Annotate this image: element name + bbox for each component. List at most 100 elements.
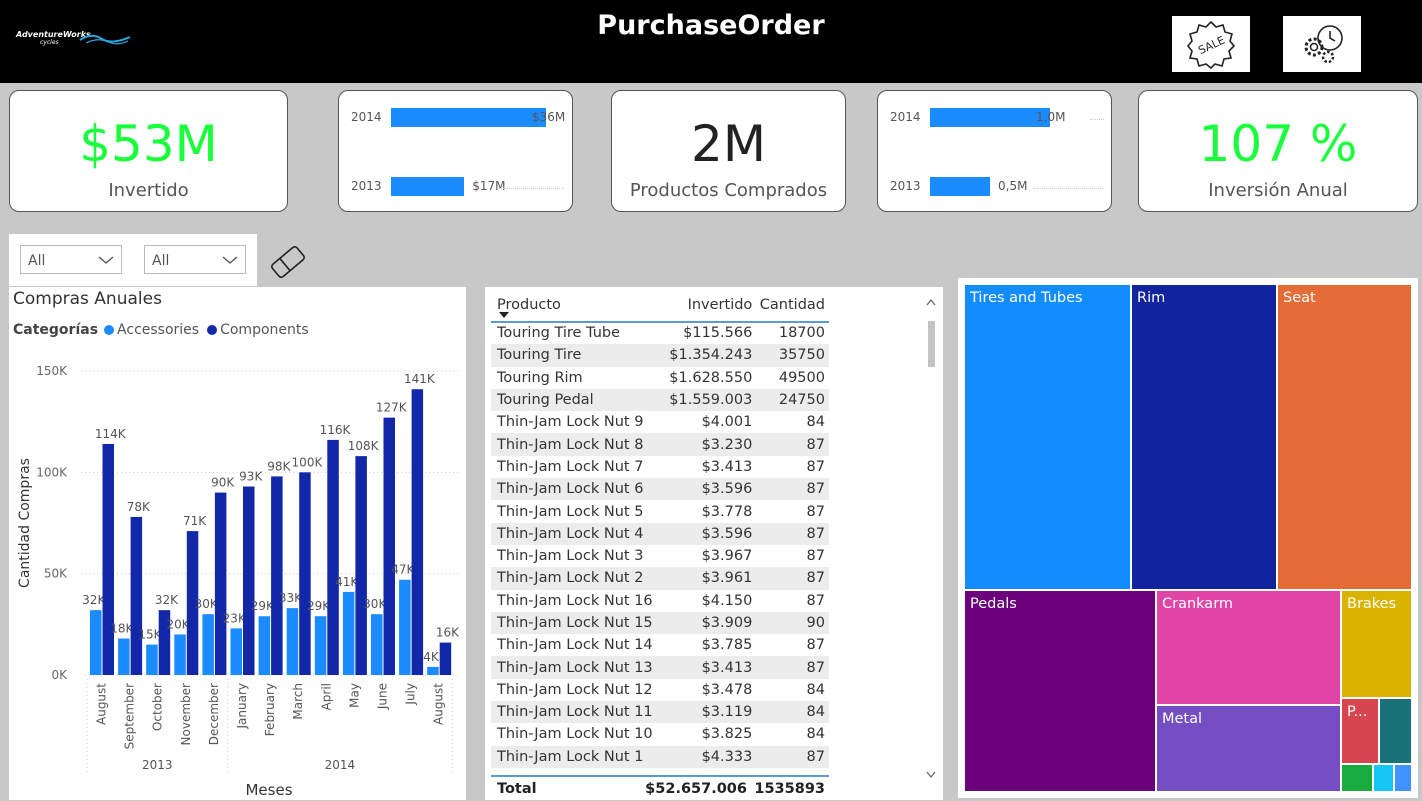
treemap-cell[interactable]	[1379, 698, 1412, 764]
y-axis-title: Cantidad Compras	[17, 458, 33, 588]
treemap-cell[interactable]: Metal	[1156, 705, 1341, 792]
bar-components[interactable]	[102, 443, 115, 675]
table-row[interactable]: Thin-Jam Lock Nut 16 $4.150 87	[491, 590, 829, 612]
column-header-invested[interactable]: Invertido	[665, 287, 756, 322]
treemap-cell[interactable]: Tires and Tubes	[964, 284, 1131, 590]
data-label: 78K	[127, 500, 151, 514]
bar-components[interactable]	[299, 472, 311, 675]
table-row[interactable]: Thin-Jam Lock Nut 3 $3.967 87	[491, 545, 829, 567]
table-row[interactable]: Thin-Jam Lock Nut 10 $3.825 84	[491, 723, 829, 745]
total-label: Total	[497, 781, 537, 797]
cell-invested: $3.785	[701, 637, 753, 654]
treemap-cell[interactable]: Brakes	[1341, 590, 1412, 698]
bar-components[interactable]	[243, 486, 255, 675]
table-row[interactable]: Thin-Jam Lock Nut 12 $3.478 84	[491, 679, 829, 701]
cell-invested: $1.628.550	[669, 369, 753, 386]
bar-accessories[interactable]	[342, 591, 355, 675]
bar-accessories[interactable]	[174, 634, 186, 675]
table-scrollbar[interactable]	[925, 297, 937, 789]
table-row[interactable]: Touring Pedal $1.559.003 24750	[491, 388, 829, 412]
treemap-cell[interactable]: Rim	[1131, 284, 1277, 590]
treemap-cell[interactable]: Crankarm	[1156, 590, 1341, 705]
year-slicer-dropdown[interactable]: All	[20, 245, 122, 274]
table-row[interactable]: Touring Rim $1.628.550 49500	[491, 367, 829, 389]
bar-components[interactable]	[411, 389, 424, 675]
table-row[interactable]: Thin-Jam Lock Nut 1 $4.333 87	[491, 745, 829, 768]
table-row[interactable]: Thin-Jam Lock Nut 15 $3.909 90	[491, 611, 829, 635]
bar-accessories[interactable]	[118, 638, 130, 675]
bar-accessories[interactable]	[146, 644, 158, 675]
cell-quantity: 49500	[778, 369, 825, 386]
table-row[interactable]: Thin-Jam Lock Nut 4 $3.596 87	[491, 522, 829, 545]
table-row[interactable]: Thin-Jam Lock Nut 7 $3.413 87	[491, 456, 829, 478]
table-header-row: Producto Invertido Cantidad	[491, 287, 829, 322]
kpi-products-label: Productos Comprados	[629, 180, 828, 201]
scrollbar-track	[926, 298, 936, 779]
data-label: 100K	[292, 455, 324, 469]
sort-desc-icon	[499, 312, 509, 318]
clear-filters-button[interactable]	[268, 243, 308, 285]
bar-accessories[interactable]	[371, 614, 383, 675]
treemap-cell[interactable]: P...	[1341, 698, 1379, 764]
mini-qty-bar[interactable]	[930, 177, 990, 196]
cell-quantity: 87	[756, 567, 829, 590]
month-slicer-dropdown[interactable]: All	[144, 245, 246, 274]
mini-invested-bar[interactable]	[391, 108, 546, 127]
x-tick-label: August	[95, 683, 109, 725]
bar-components[interactable]	[214, 492, 227, 675]
settings-button[interactable]	[1283, 16, 1361, 72]
scroll-up-icon	[926, 298, 936, 306]
bar-accessories[interactable]	[230, 628, 243, 675]
table-row[interactable]: Thin-Jam Lock Nut 2 $3.961 87	[491, 567, 829, 590]
bar-components[interactable]	[271, 476, 283, 675]
bar-accessories[interactable]	[90, 610, 102, 675]
treemap-cell[interactable]	[1394, 764, 1412, 792]
table-row[interactable]: Thin-Jam Lock Nut 14 $3.785 87	[491, 634, 829, 656]
cell-quantity: 84	[806, 681, 825, 698]
bar-components[interactable]	[383, 417, 396, 675]
bar-accessories[interactable]	[258, 616, 271, 675]
table-row[interactable]: Thin-Jam Lock Nut 13 $3.413 87	[491, 656, 829, 679]
x-tick-label: December	[207, 683, 221, 745]
cell-quantity: 87	[806, 503, 825, 520]
mini-qty-bar[interactable]	[930, 108, 1050, 127]
table-row[interactable]: Thin-Jam Lock Nut 9 $4.001 84	[491, 411, 829, 433]
treemap-cell[interactable]: Seat	[1277, 284, 1412, 590]
table-row[interactable]: Thin-Jam Lock Nut 11 $3.119 84	[491, 701, 829, 724]
column-header-quantity[interactable]: Cantidad	[756, 287, 829, 322]
slicer-panel: All All	[9, 234, 257, 286]
treemap-cell[interactable]: Pedals	[964, 590, 1156, 792]
kpi-card-annual: 107 % Inversión Anual	[1138, 90, 1418, 212]
cell-invested: $115.566	[683, 325, 753, 342]
table-row[interactable]: Thin-Jam Lock Nut 6 $3.596 87	[491, 478, 829, 501]
mini-invested-bar[interactable]	[391, 177, 465, 196]
treemap-cell[interactable]	[1341, 764, 1373, 792]
x-tick-label: February	[263, 683, 277, 736]
bar-components[interactable]	[355, 456, 367, 675]
bar-accessories[interactable]	[314, 616, 327, 675]
mini-qty-value: 0,5M	[998, 179, 1028, 193]
table-row[interactable]: Thin-Jam Lock Nut 5 $3.778 87	[491, 500, 829, 522]
table-row[interactable]: Touring Tire $1.354.243 35750	[491, 344, 829, 367]
column-header-product[interactable]: Producto	[491, 287, 665, 322]
bar-components[interactable]	[327, 439, 339, 675]
cell-product: Touring Rim	[497, 369, 583, 386]
bar-accessories[interactable]	[427, 666, 439, 675]
table-header-divider	[491, 321, 829, 323]
bar-components[interactable]	[130, 516, 143, 675]
sale-button[interactable]: SALE	[1172, 16, 1250, 72]
bar-accessories[interactable]	[202, 614, 214, 675]
table-row[interactable]: Thin-Jam Lock Nut 8 $3.230 87	[491, 433, 829, 456]
kpi-products-value: 2M	[691, 115, 766, 173]
header-bar: AdventureWorks cycles PurchaseOrder SALE	[0, 0, 1422, 83]
table-row[interactable]: Touring Tire Tube $115.566 18700	[491, 322, 829, 344]
cell-quantity: 35750	[756, 344, 829, 367]
x-tick-label: May	[347, 683, 361, 708]
treemap-cell[interactable]	[1373, 764, 1394, 792]
cell-quantity: 87	[756, 745, 829, 768]
cell-quantity: 84	[756, 701, 829, 724]
bar-accessories[interactable]	[399, 579, 411, 675]
bar-accessories[interactable]	[286, 608, 299, 675]
sale-tag-icon: SALE	[1186, 20, 1236, 69]
bar-components[interactable]	[439, 642, 452, 675]
